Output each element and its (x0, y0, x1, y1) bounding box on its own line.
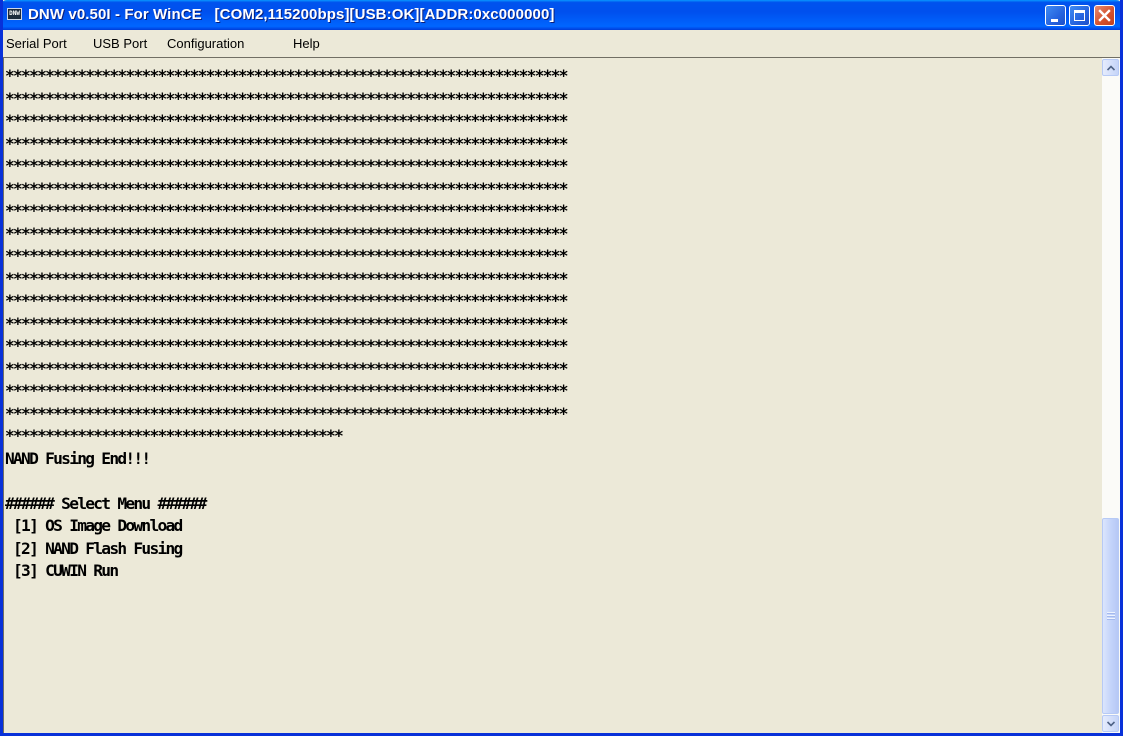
terminal-line: ###### Select Menu ###### (5, 493, 207, 513)
terminal-line: [3] CUWIN Run (5, 561, 119, 580)
menu-serial-port[interactable]: Serial Port (6, 36, 67, 51)
chevron-up-icon (1107, 65, 1115, 71)
vertical-scrollbar[interactable] (1102, 58, 1120, 733)
terminal-line: ****************************************… (5, 313, 569, 333)
terminal-line: ****************************************… (5, 358, 569, 378)
maximize-icon[interactable] (1069, 5, 1090, 26)
terminal-line: ****************************************… (5, 291, 569, 310)
app-window: DNW DNW v0.50I - For WinCE [COM2,115200b… (0, 0, 1123, 736)
terminal-line: [2] NAND Flash Fusing (5, 538, 183, 558)
menu-help[interactable]: Help (293, 36, 320, 51)
terminal-line: ****************************************… (5, 246, 569, 265)
terminal-line: [1] OS Image Download (5, 516, 183, 535)
terminal-line: ****************************************… (5, 201, 569, 220)
terminal-line: ****************************************… (5, 223, 569, 243)
scroll-down-button[interactable] (1102, 715, 1119, 732)
terminal-frame: ****************************************… (3, 57, 1120, 733)
thumb-grip (1107, 612, 1115, 614)
minimize-icon[interactable] (1045, 5, 1066, 26)
terminal-line: ****************************************… (5, 111, 569, 130)
chevron-down-icon (1107, 721, 1115, 727)
terminal-line: ****************************************… (5, 178, 569, 198)
terminal-line: ****************************************… (5, 268, 569, 288)
terminal-line: ****************************************… (5, 88, 569, 108)
terminal-line: ****************************************… (5, 156, 569, 175)
scroll-up-button[interactable] (1102, 59, 1119, 76)
terminal-line: ****************************************… (5, 403, 569, 423)
close-icon[interactable] (1094, 5, 1115, 26)
title-bar[interactable]: DNW DNW v0.50I - For WinCE [COM2,115200b… (3, 0, 1120, 30)
terminal-line: NAND Fusing End!!! (5, 448, 151, 468)
terminal-line: ****************************************… (5, 66, 569, 85)
terminal-line: ****************************************… (5, 133, 569, 153)
terminal-line: ****************************************… (5, 381, 569, 400)
menu-usb-port[interactable]: USB Port (93, 36, 147, 51)
thumb-grip (1107, 618, 1115, 620)
menu-bar: Serial Port USB Port Configuration Help (3, 30, 1120, 56)
thumb-grip (1107, 615, 1115, 617)
terminal-line: ****************************************… (5, 336, 569, 355)
menu-configuration[interactable]: Configuration (167, 36, 244, 51)
scroll-thumb[interactable] (1102, 518, 1119, 714)
window-title: DNW v0.50I - For WinCE [COM2,115200bps][… (28, 6, 555, 23)
terminal-line: ****************************************… (5, 426, 344, 445)
dnw-app-icon[interactable]: DNW (7, 8, 22, 20)
terminal-output[interactable]: ****************************************… (5, 65, 1099, 727)
